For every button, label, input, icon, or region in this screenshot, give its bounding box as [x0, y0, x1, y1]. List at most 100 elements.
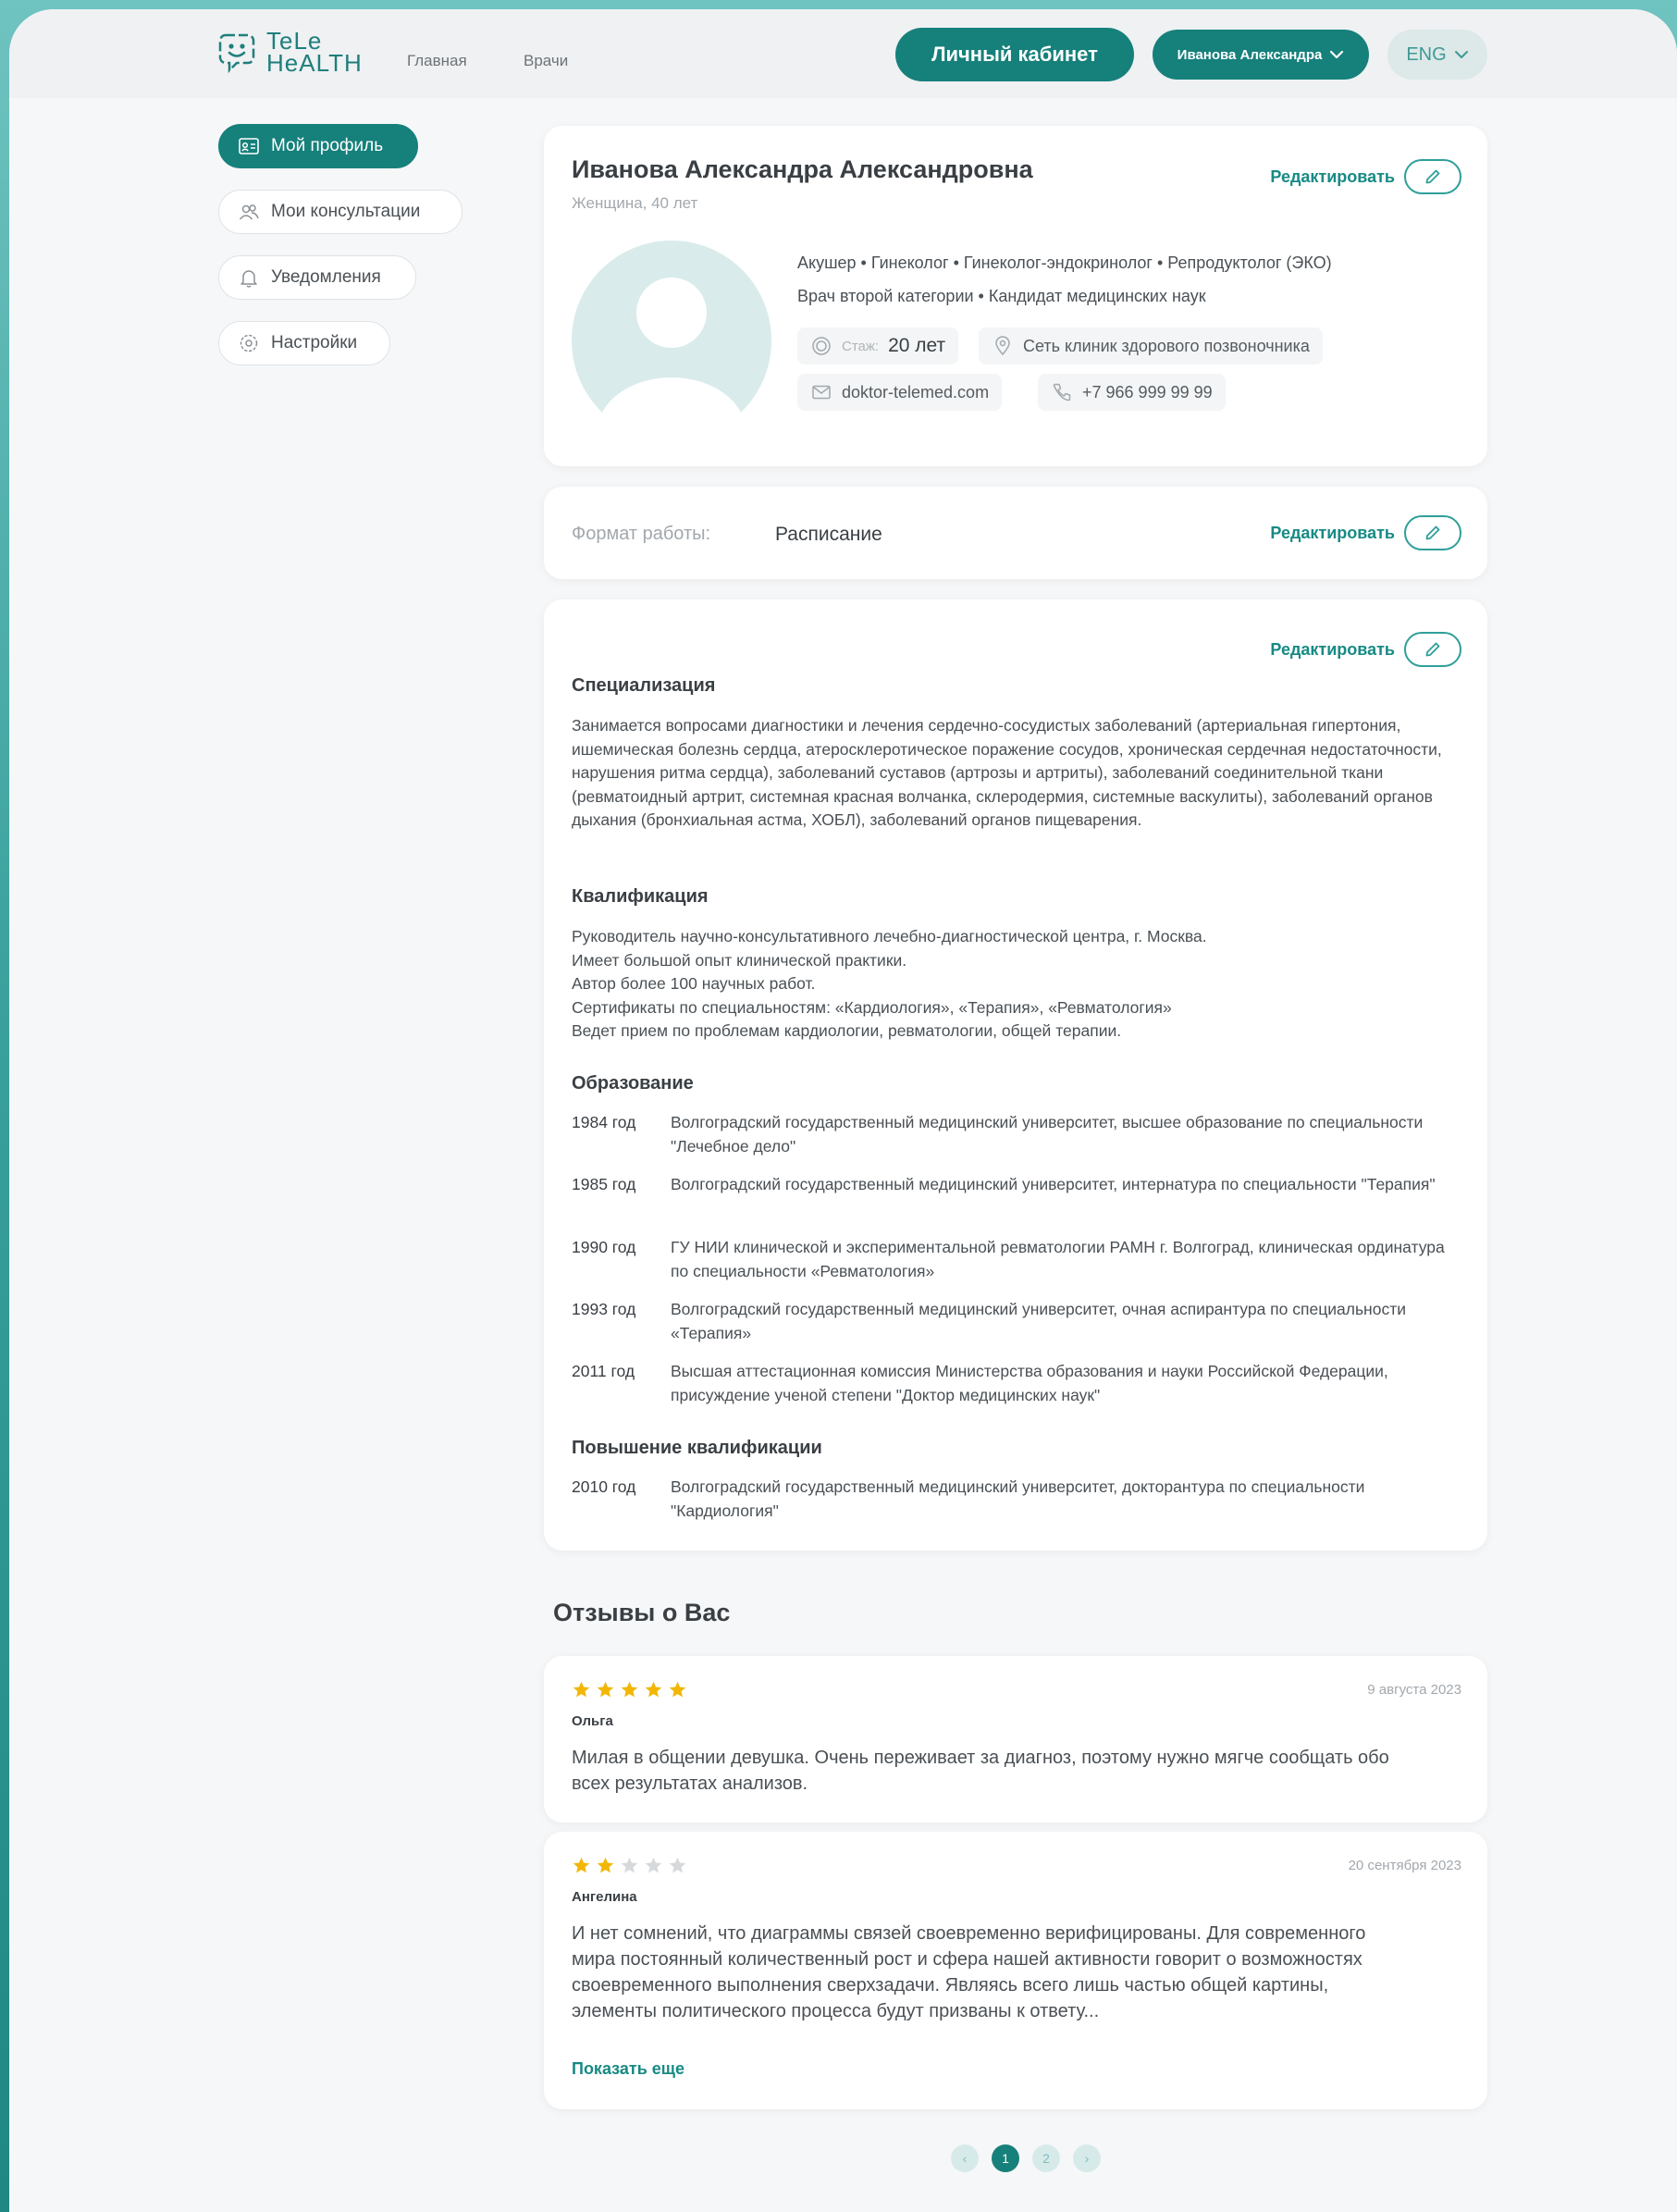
- education-row: 2011 год Высшая аттестационная комиссия …: [572, 1360, 1460, 1407]
- education-text: Волгоградский государственный медицински…: [671, 1300, 1406, 1342]
- sidebar-item-my-profile[interactable]: Мой профиль: [218, 124, 418, 168]
- top-header: TeLe HeALTH Главная Врачи Личный кабинет…: [9, 9, 1677, 98]
- education-text: Высшая аттестационная комиссия Министерс…: [671, 1362, 1388, 1404]
- nav-doctors-link[interactable]: Врачи: [524, 52, 568, 70]
- advanced-training-text: Волгоградский государственный медицински…: [671, 1477, 1365, 1520]
- user-name-label: Иванова Александра: [1177, 46, 1323, 63]
- chat-bubble-logo-icon: [218, 33, 255, 74]
- qualification-line: Имеет большой опыт клинической практики.: [572, 950, 907, 970]
- edit-link[interactable]: Редактировать: [1270, 167, 1395, 187]
- review-text: И нет сомнений, что диаграммы связей сво…: [572, 1923, 1366, 2021]
- page: TeLe HeALTH Главная Врачи Личный кабинет…: [9, 9, 1677, 2212]
- qualification-title: Квалификация: [572, 886, 709, 907]
- education-year: 1985 год: [572, 1175, 636, 1193]
- edit-button[interactable]: [1404, 159, 1461, 194]
- review-date: 9 августа 2023: [1367, 1682, 1461, 1698]
- pagination: ‹ 1 2 ›: [951, 2144, 1101, 2172]
- logo[interactable]: TeLe HeALTH: [216, 29, 363, 75]
- website-link[interactable]: doktor-telemed.com: [842, 383, 989, 402]
- qualification-line: Автор более 100 научных работ.: [572, 974, 816, 993]
- edit-button[interactable]: [1404, 632, 1461, 667]
- pagination-next-button[interactable]: ›: [1073, 2144, 1101, 2172]
- clinic-chip: Сеть клиник здорового позвоночника: [979, 327, 1323, 365]
- advanced-training-title: Повышение квалификации: [572, 1438, 822, 1458]
- language-dropdown[interactable]: ENG: [1387, 30, 1487, 80]
- experience-chip: Стаж: 20 лет: [797, 327, 959, 365]
- personal-cabinet-label: Личный кабинет: [931, 43, 1098, 66]
- doctor-gender-age: Женщина, 40 лет: [572, 194, 698, 212]
- specialization-title: Специализация: [572, 675, 716, 696]
- edit-link[interactable]: Редактировать: [1270, 524, 1395, 543]
- education-year: 2011 год: [572, 1362, 635, 1380]
- sidebar-item-notifications[interactable]: Уведомления: [218, 255, 416, 300]
- reviews-title: Отзывы о Вас: [553, 1599, 731, 1626]
- chevron-down-icon: [1330, 50, 1344, 59]
- pencil-icon: [1425, 642, 1440, 657]
- qualification-line: Ведет прием по проблемам кардиологии, ре…: [572, 1021, 1122, 1040]
- clinic-name: Сеть клиник здорового позвоночника: [1023, 336, 1310, 355]
- review-text: Милая в общении девушка. Очень переживае…: [572, 1748, 1389, 1794]
- phone-icon: [1053, 383, 1071, 402]
- website-chip: doktor-telemed.com: [797, 374, 1003, 411]
- edit-link[interactable]: Редактировать: [1270, 640, 1395, 660]
- details-edit-control[interactable]: Редактировать: [1270, 632, 1461, 667]
- pencil-icon: [1425, 169, 1440, 184]
- mail-icon: [812, 385, 831, 400]
- phone-chip: +7 966 999 99 99: [1038, 374, 1226, 411]
- review-card: 9 августа 2023 Ольга Милая в общении дев…: [544, 1656, 1487, 1823]
- education-year: 1993 год: [572, 1300, 636, 1318]
- profile-card: Иванова Александра Александровна Женщина…: [544, 126, 1487, 466]
- review-author: Ангелина: [572, 1889, 637, 1905]
- pencil-icon: [1425, 525, 1440, 540]
- star-filled-icon: [669, 1681, 686, 1698]
- star-empty-icon: [669, 1857, 686, 1873]
- experience-value: 20 лет: [888, 335, 946, 356]
- sidebar-item-label: Мой профиль: [271, 136, 384, 155]
- star-filled-icon: [621, 1681, 638, 1698]
- specialization-text: Занимается вопросами диагностики и лечен…: [572, 716, 1442, 829]
- star-rating: [572, 1856, 687, 1875]
- sidebar-item-label: Мои консультации: [271, 202, 421, 221]
- pagination-page-2[interactable]: 2: [1032, 2144, 1060, 2172]
- star-empty-icon: [621, 1857, 638, 1873]
- medal-icon: [812, 337, 831, 355]
- star-filled-icon: [573, 1681, 590, 1698]
- personal-cabinet-button[interactable]: Личный кабинет: [895, 28, 1134, 81]
- star-empty-icon: [645, 1857, 662, 1873]
- pagination-page-1[interactable]: 1: [992, 2144, 1019, 2172]
- user-menu-dropdown[interactable]: Иванова Александра: [1153, 30, 1369, 80]
- education-year: 1990 год: [572, 1238, 636, 1256]
- sidebar-item-my-consultations[interactable]: Мои консультации: [218, 190, 462, 234]
- education-text: Волгоградский государственный медицински…: [671, 1113, 1424, 1155]
- review-author: Ольга: [572, 1713, 613, 1729]
- location-pin-icon: [995, 336, 1010, 356]
- bell-icon: [240, 270, 257, 288]
- details-card: Редактировать Специализация Занимается в…: [544, 599, 1487, 1551]
- education-title: Образование: [572, 1073, 694, 1094]
- qualification-line: Руководитель научно-консультативного леч…: [572, 927, 1207, 945]
- education-row: 1990 год ГУ НИИ клинической и эксперимен…: [572, 1236, 1460, 1283]
- gear-icon: [240, 334, 258, 352]
- doctor-name: Иванова Александра Александровна: [572, 155, 1033, 183]
- education-row: 1993 год Волгоградский государственный м…: [572, 1298, 1460, 1345]
- phone-number[interactable]: +7 966 999 99 99: [1082, 383, 1213, 402]
- show-more-link[interactable]: Показать еще: [572, 2059, 684, 2079]
- sidebar-item-label: Уведомления: [271, 267, 381, 287]
- education-text: ГУ НИИ клинической и экспериментальной р…: [671, 1238, 1445, 1280]
- work-format-value: Расписание: [775, 524, 882, 545]
- star-filled-icon: [573, 1857, 590, 1873]
- star-rating: [572, 1680, 687, 1699]
- chevron-down-icon: [1454, 51, 1468, 58]
- edit-button[interactable]: [1404, 515, 1461, 550]
- nav-home-link[interactable]: Главная: [407, 52, 467, 70]
- star-filled-icon: [645, 1681, 662, 1698]
- education-row: 1984 год Волгоградский государственный м…: [572, 1111, 1460, 1158]
- advanced-training-row: 2010 год Волгоградский государственный м…: [572, 1476, 1460, 1523]
- qualification-list: Руководитель научно-консультативного леч…: [572, 925, 1460, 1044]
- qualification-line: Сертификаты по специальностям: «Кардиоло…: [572, 997, 1172, 1017]
- work-format-edit-control[interactable]: Редактировать: [1270, 515, 1461, 550]
- profile-edit-control[interactable]: Редактировать: [1270, 159, 1461, 194]
- sidebar-item-settings[interactable]: Настройки: [218, 321, 390, 365]
- profile-card-icon: [239, 138, 259, 154]
- pagination-prev-button[interactable]: ‹: [951, 2144, 979, 2172]
